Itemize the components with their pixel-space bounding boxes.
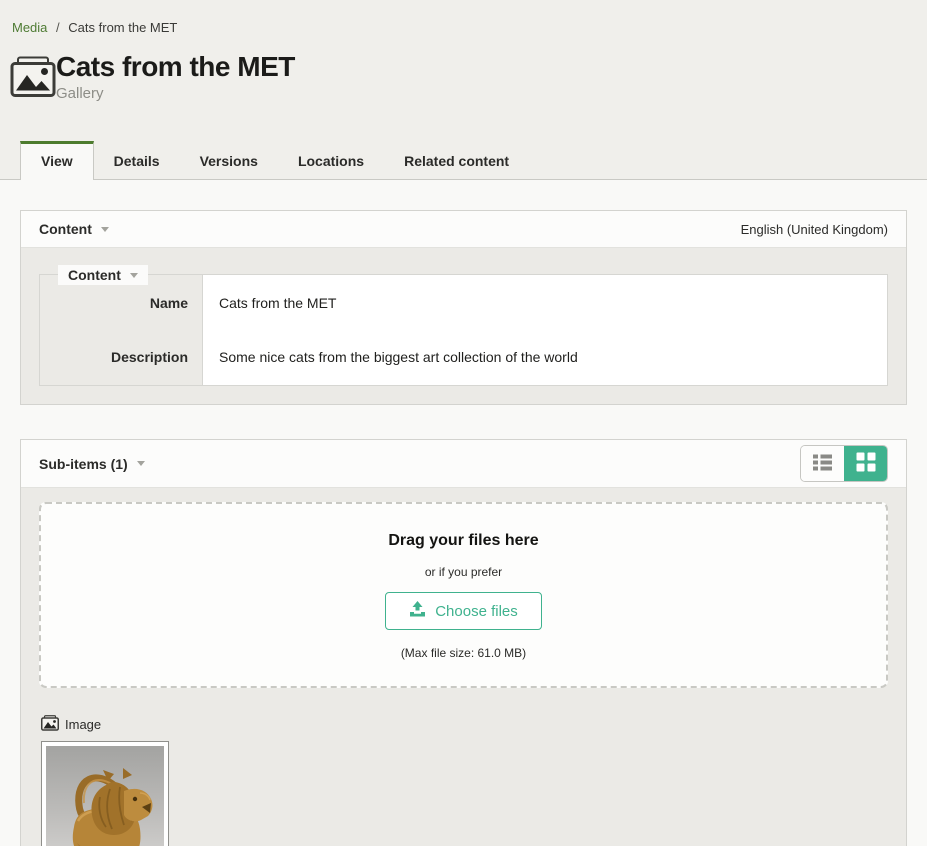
- choose-files-label: Choose files: [435, 603, 518, 620]
- breadcrumb-current: Cats from the MET: [68, 20, 177, 35]
- lion-statue-image: [46, 746, 164, 846]
- breadcrumb: Media / Cats from the MET: [12, 20, 927, 35]
- content-panel-body: Content Name Cats from the MET Descripti…: [21, 248, 906, 404]
- media-view-page: Media / Cats from the MET Cats from the …: [0, 0, 927, 846]
- subitem-type-text: Image: [65, 717, 101, 732]
- caret-down-icon: [101, 227, 109, 232]
- field-row-description: Description Some nice cats from the bigg…: [40, 335, 887, 385]
- content-panel-header: Content English (United Kingdom): [21, 211, 906, 248]
- caret-down-icon: [137, 461, 145, 466]
- grid-view-button[interactable]: [844, 446, 887, 481]
- list-view-icon: [813, 454, 832, 474]
- breadcrumb-link-media[interactable]: Media: [12, 20, 47, 35]
- max-file-size-note: (Max file size: 61.0 MB): [51, 646, 876, 660]
- grid-view-icon: [856, 452, 876, 475]
- page-header: Cats from the MET Gallery: [10, 52, 927, 103]
- choose-files-button[interactable]: Choose files: [385, 592, 542, 630]
- gallery-icon: [10, 56, 56, 103]
- content-panel: Content English (United Kingdom) Content…: [20, 210, 907, 405]
- list-view-button[interactable]: [801, 446, 844, 481]
- tab-locations[interactable]: Locations: [278, 144, 384, 179]
- image-icon: [41, 715, 59, 734]
- content-panel-title: Content: [39, 221, 92, 237]
- tab-bar: View Details Versions Locations Related …: [0, 141, 927, 180]
- subitems-panel: Sub-items (1): [20, 439, 907, 846]
- page-title-block: Cats from the MET Gallery: [56, 52, 295, 102]
- subitems-panel-title: Sub-items (1): [39, 456, 128, 472]
- file-dropzone[interactable]: Drag your files here or if you prefer Ch…: [39, 502, 888, 688]
- tab-details[interactable]: Details: [94, 144, 180, 179]
- breadcrumb-separator: /: [56, 20, 60, 35]
- page-title: Cats from the MET: [56, 52, 295, 83]
- fieldset-legend: Content: [68, 267, 121, 283]
- content-type-label: Gallery: [56, 85, 295, 102]
- field-value: Some nice cats from the biggest art coll…: [202, 335, 887, 385]
- subitem-thumbnail[interactable]: [41, 741, 169, 846]
- subitem-type-label: Image: [41, 715, 888, 734]
- subitems-panel-title-toggle[interactable]: Sub-items (1): [39, 456, 145, 472]
- view-mode-toggle: [800, 445, 888, 482]
- tab-content-area: Content English (United Kingdom) Content…: [0, 180, 927, 846]
- tab-versions[interactable]: Versions: [180, 144, 278, 179]
- language-label: English (United Kingdom): [741, 222, 888, 237]
- tab-related-content[interactable]: Related content: [384, 144, 529, 179]
- dropzone-subtitle: or if you prefer: [51, 565, 876, 579]
- field-value: Cats from the MET: [202, 275, 887, 335]
- subitems-panel-header: Sub-items (1): [21, 440, 906, 488]
- dropzone-title: Drag your files here: [51, 532, 876, 550]
- tab-view[interactable]: View: [20, 141, 94, 180]
- field-label: Description: [40, 335, 202, 385]
- subitems-panel-body: Drag your files here or if you prefer Ch…: [21, 488, 906, 846]
- upload-icon: [409, 601, 426, 621]
- caret-down-icon: [130, 273, 138, 278]
- content-fieldset: Content Name Cats from the MET Descripti…: [39, 274, 888, 386]
- fieldset-legend-toggle[interactable]: Content: [58, 265, 148, 285]
- content-panel-title-toggle[interactable]: Content: [39, 221, 109, 237]
- field-row-name: Name Cats from the MET: [40, 275, 887, 335]
